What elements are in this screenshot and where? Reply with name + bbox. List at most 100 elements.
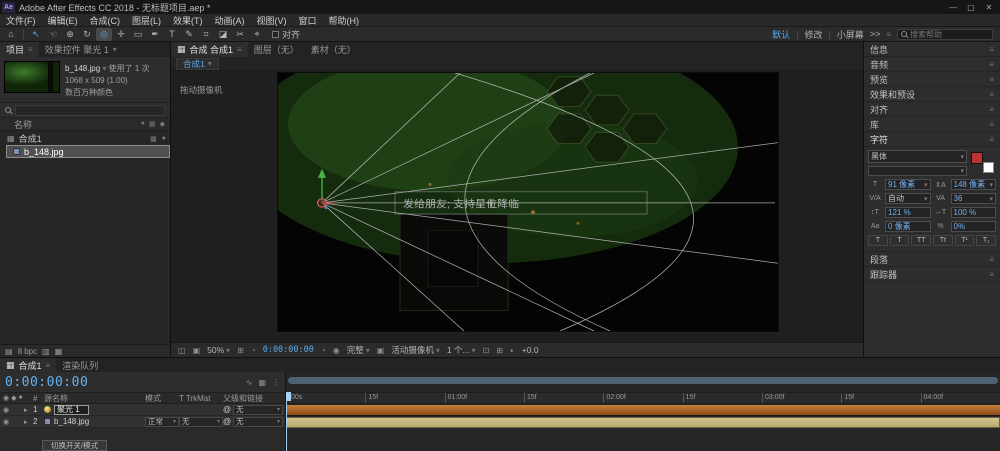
proportional-spacing-field[interactable]: 0%: [950, 221, 996, 232]
camera-dropdown[interactable]: 活动摄像机 ▾: [391, 344, 440, 356]
comp-timecode[interactable]: 0:00:00:00: [263, 345, 314, 355]
menu-file[interactable]: 文件(F): [0, 14, 42, 27]
hand-tool[interactable]: ☜: [45, 28, 61, 41]
draft-3d-icon[interactable]: ▦: [258, 378, 266, 387]
pan-behind-tool[interactable]: ✛: [113, 28, 129, 41]
layer-visibility-icon[interactable]: ◉: [3, 406, 9, 414]
maximize-button[interactable]: ▢: [962, 3, 980, 12]
comp-viewport[interactable]: 拖动摄像机 发给朋友; 支持星位降临: [171, 71, 863, 342]
comp-mini-flowchart-icon[interactable]: ∿: [246, 378, 253, 387]
fill-color-swatch[interactable]: [971, 152, 983, 164]
layer-expand-icon[interactable]: ▸: [24, 406, 33, 414]
menu-view[interactable]: 视图(V): [251, 14, 293, 27]
faux-italic-button[interactable]: T: [889, 235, 910, 246]
workspace-default[interactable]: 默认: [772, 28, 790, 41]
tab-timeline-comp[interactable]: ▦ 合成1 ≡: [0, 358, 57, 372]
fast-previews-icon[interactable]: ⊞: [496, 346, 503, 355]
menu-animation[interactable]: 动画(A): [209, 14, 251, 27]
grid-guides-icon[interactable]: ⊞: [237, 346, 244, 355]
chevron-down-icon[interactable]: ▾: [102, 64, 106, 73]
tracking-field[interactable]: 36 ▾: [950, 193, 996, 204]
comp-navigator-chip[interactable]: 合成1 ▾: [176, 57, 219, 70]
snapshot-icon[interactable]: ◔: [321, 346, 326, 355]
scrollbar-thumb[interactable]: [288, 377, 998, 384]
blend-mode-dropdown[interactable]: 正常 ▾: [145, 416, 179, 427]
eraser-tool[interactable]: ◪: [215, 28, 231, 41]
selection-tool[interactable]: ↖: [28, 28, 44, 41]
time-ruler[interactable]: :00s 15f 01:00f 15f 02:00f 15f 03:00f 15…: [286, 392, 1000, 404]
current-timecode[interactable]: 0:00:00:00: [5, 375, 88, 390]
layer-row-2[interactable]: ◉ ▸ 2 b_148.jpg 正常 ▾ 无 ▾ @ 无 ▾: [0, 416, 285, 428]
clone-stamp-tool[interactable]: ⌗: [198, 28, 214, 41]
puppet-pin-tool[interactable]: ⌖: [249, 28, 265, 41]
pen-tool[interactable]: ✒: [147, 28, 163, 41]
exposure-value[interactable]: +0.0: [522, 345, 539, 355]
new-comp-icon[interactable]: ▦: [55, 347, 63, 356]
panel-menu-icon[interactable]: ≡: [989, 45, 994, 54]
workspace-menu-icon[interactable]: ≡: [886, 30, 891, 39]
layer-row-1[interactable]: ◉ ▸ 1 聚光 1 @ 无 ▾: [0, 404, 285, 416]
menu-layer[interactable]: 图层(L): [126, 14, 167, 27]
workspace-small-screen[interactable]: 小屏幕: [837, 28, 864, 41]
parent-pickwhip-icon[interactable]: @: [223, 417, 231, 426]
layer-label-swatch[interactable]: [44, 418, 51, 425]
menu-edit[interactable]: 编辑(E): [42, 14, 84, 27]
panel-menu-icon[interactable]: ≡: [237, 45, 242, 54]
layer-duration-bar-footage[interactable]: [286, 417, 1000, 428]
name-column-header[interactable]: 名称: [14, 118, 32, 131]
panel-menu-icon[interactable]: ≡: [989, 90, 994, 99]
resolution-dropdown[interactable]: 完整 ▾: [347, 344, 370, 356]
home-tool[interactable]: ⌂: [3, 28, 19, 41]
panel-character[interactable]: 字符 ≡: [864, 132, 1000, 147]
menu-effect[interactable]: 效果(T): [167, 14, 209, 27]
panel-libraries[interactable]: 库 ≡: [864, 117, 1000, 132]
workspace-edit[interactable]: 修改: [804, 28, 822, 41]
panel-tracker[interactable]: 跟踪器 ≡: [864, 267, 1000, 282]
help-search-input[interactable]: [910, 29, 989, 39]
snapping-checkbox[interactable]: [272, 30, 279, 38]
panel-menu-icon[interactable]: ≡: [989, 135, 994, 144]
toggle-switches-modes-button[interactable]: 切换开关/模式: [42, 439, 108, 451]
mode-column-header[interactable]: 模式: [145, 393, 179, 404]
rotate-tool[interactable]: ↻: [79, 28, 95, 41]
parent-pickwhip-icon[interactable]: @: [223, 405, 231, 414]
all-caps-button[interactable]: TT: [911, 235, 932, 246]
layer-expand-icon[interactable]: ▸: [24, 418, 33, 426]
panel-menu-icon[interactable]: ≡: [989, 60, 994, 69]
layer-visibility-icon[interactable]: ◉: [3, 418, 9, 426]
layer-name[interactable]: b_148.jpg: [54, 417, 89, 426]
horizontal-scale-field[interactable]: 100 %: [950, 207, 996, 218]
font-style-dropdown[interactable]: ▾: [868, 166, 967, 176]
panel-info[interactable]: 信息 ≡: [864, 42, 1000, 57]
roto-brush-tool[interactable]: ✂: [232, 28, 248, 41]
tab-effect-controls[interactable]: 效果控件 聚光 1 ▾: [38, 42, 123, 57]
always-preview-icon[interactable]: ◫: [178, 346, 186, 355]
magnification-icon[interactable]: ▣: [193, 346, 201, 355]
kerning-field[interactable]: 自动 ▾: [885, 193, 931, 204]
current-time-indicator-handle[interactable]: [286, 392, 291, 401]
trkmat-column-header[interactable]: T TrkMat: [179, 394, 223, 403]
menu-help[interactable]: 帮助(H): [323, 14, 366, 27]
panel-align[interactable]: 对齐 ≡: [864, 102, 1000, 117]
tab-footage[interactable]: 素材（无）: [304, 42, 362, 57]
superscript-button[interactable]: T¹: [954, 235, 975, 246]
trkmat-dropdown[interactable]: 无 ▾: [179, 416, 223, 427]
view-layout-dropdown[interactable]: 1 个... ▾: [447, 344, 476, 356]
region-of-interest-icon[interactable]: ▣: [377, 346, 385, 355]
panel-menu-icon[interactable]: ≡: [989, 120, 994, 129]
project-item-footage[interactable]: b_148.jpg: [6, 145, 170, 158]
tab-composition[interactable]: ▦ 合成 合成1 ≡: [171, 42, 248, 57]
exposure-icon[interactable]: ◐: [510, 346, 515, 355]
menu-window[interactable]: 窗口: [293, 14, 323, 27]
subscript-button[interactable]: T₁: [976, 235, 997, 246]
leading-field[interactable]: 148 像素 ▾: [950, 179, 996, 190]
tab-project[interactable]: 项目 ≡: [0, 42, 39, 57]
panel-menu-icon[interactable]: ≡: [28, 45, 33, 54]
shape-tool[interactable]: ▭: [130, 28, 146, 41]
panel-audio[interactable]: 音频 ≡: [864, 57, 1000, 72]
panel-menu-icon[interactable]: ≡: [989, 255, 994, 264]
comp-canvas[interactable]: 发给朋友; 支持星位降临: [277, 72, 779, 332]
project-item-comp[interactable]: ▦ 合成1 ▦ ●: [0, 132, 170, 145]
channels-icon[interactable]: ◉: [333, 346, 340, 355]
panel-effects-presets[interactable]: 效果和预设 ≡: [864, 87, 1000, 102]
